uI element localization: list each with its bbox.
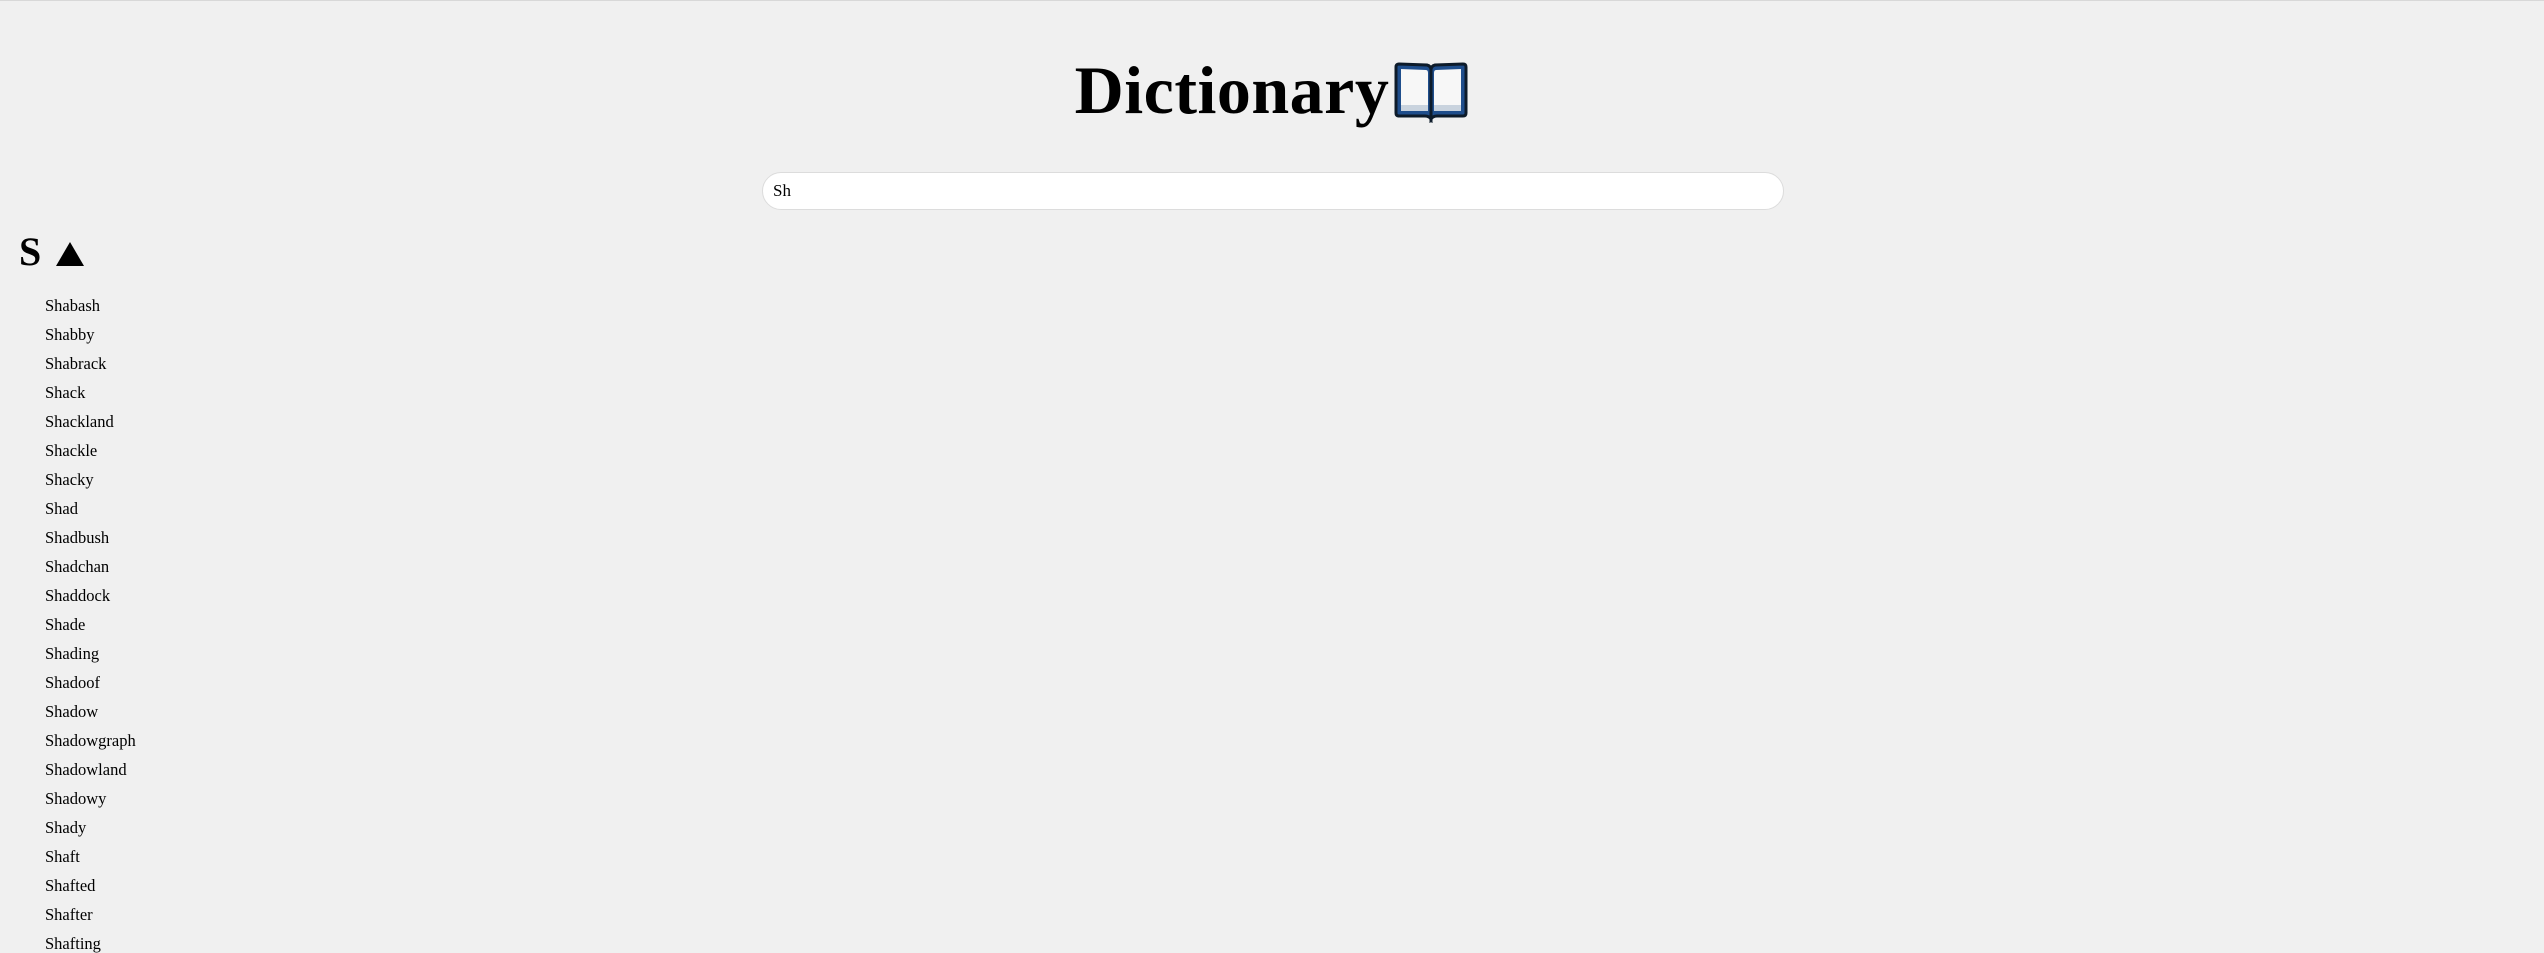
open-book-icon (1394, 62, 1468, 123)
word-list-item[interactable]: Shabash (45, 291, 136, 320)
search-input[interactable] (762, 172, 1784, 210)
page-title: Dictionary (1074, 52, 1390, 128)
triangle-up-icon[interactable] (55, 241, 85, 267)
word-list-item[interactable]: Shackland (45, 407, 136, 436)
word-list-item[interactable]: Shabby (45, 320, 136, 349)
word-list-item[interactable]: Shadowland (45, 755, 136, 784)
word-list: Shabash Shabby Shabrack Shack Shackland … (45, 291, 136, 953)
search-bar (762, 172, 1784, 210)
section-header-s[interactable]: S (19, 230, 85, 274)
word-list-item[interactable]: Shady (45, 813, 136, 842)
word-list-item[interactable]: Shadow (45, 697, 136, 726)
word-list-item[interactable]: Shadowy (45, 784, 136, 813)
word-list-item[interactable]: Shadbush (45, 523, 136, 552)
word-list-item[interactable]: Shadchan (45, 552, 136, 581)
word-list-item[interactable]: Shack (45, 378, 136, 407)
section-letter: S (19, 229, 42, 274)
word-list-item[interactable]: Shade (45, 610, 136, 639)
word-list-item[interactable]: Shabrack (45, 349, 136, 378)
word-list-item[interactable]: Shad (45, 494, 136, 523)
page-top-border (0, 0, 2544, 1)
word-list-item[interactable]: Shackle (45, 436, 136, 465)
page-header: Dictionary (0, 50, 2544, 130)
word-list-item[interactable]: Shadowgraph (45, 726, 136, 755)
word-list-item[interactable]: Shafting (45, 929, 136, 953)
word-list-item[interactable]: Shaddock (45, 581, 136, 610)
word-list-item[interactable]: Shaft (45, 842, 136, 871)
word-list-item[interactable]: Shafter (45, 900, 136, 929)
word-list-item[interactable]: Shading (45, 639, 136, 668)
word-list-item[interactable]: Shadoof (45, 668, 136, 697)
word-list-item[interactable]: Shacky (45, 465, 136, 494)
word-list-item[interactable]: Shafted (45, 871, 136, 900)
